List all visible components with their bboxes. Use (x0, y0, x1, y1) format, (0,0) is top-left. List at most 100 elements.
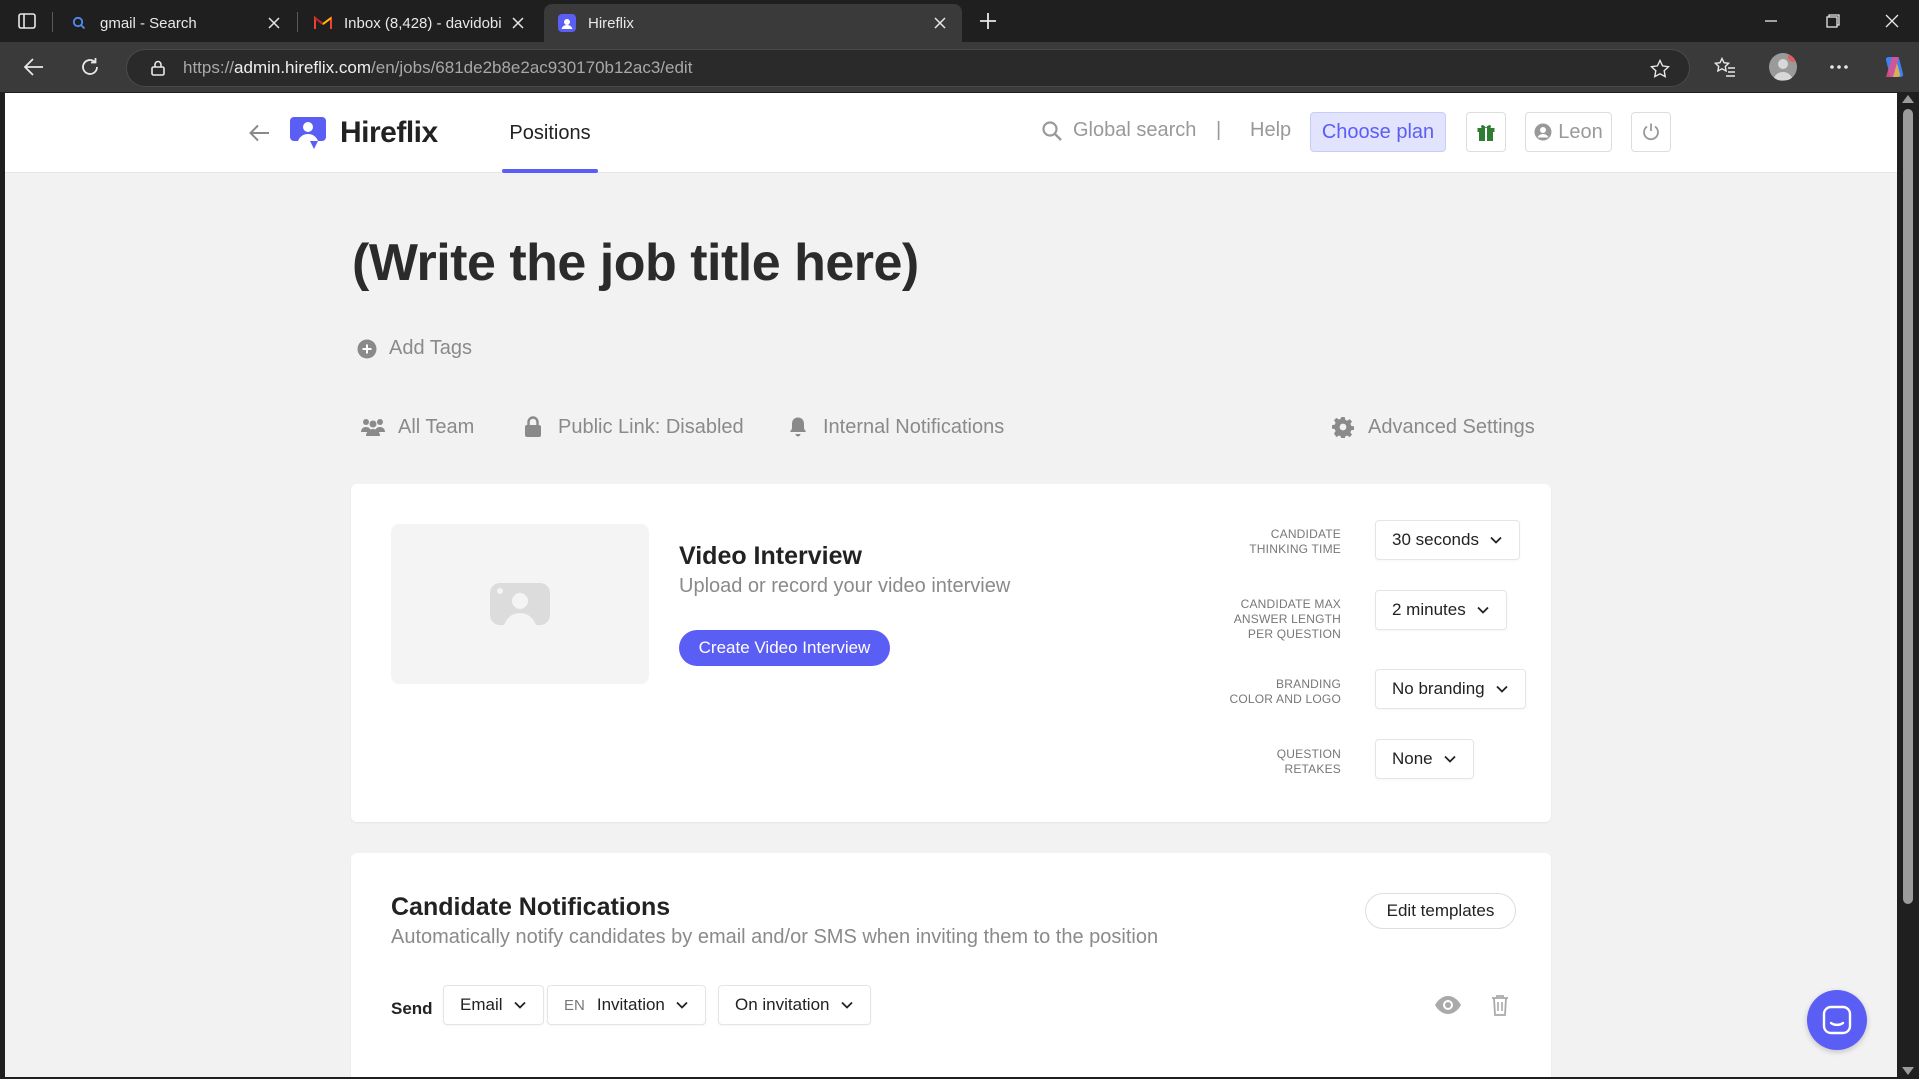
page-viewport: Hireflix Positions Global search | Help … (5, 93, 1897, 1077)
branding-value: No branding (1392, 679, 1485, 698)
template-select[interactable]: EN Invitation (547, 985, 706, 1025)
new-tab-icon[interactable] (975, 8, 1001, 34)
close-icon[interactable] (932, 15, 948, 31)
browser-tab-gmail-inbox[interactable]: Inbox (8,428) - davidobinna579@ (300, 4, 540, 42)
tab-title: Hireflix (588, 14, 634, 32)
hireflix-logo[interactable]: Hireflix (288, 115, 438, 151)
tab-title: Inbox (8,428) - davidobinna579@ (344, 14, 502, 32)
user-name: Leon (1558, 120, 1603, 143)
logo-text: Hireflix (340, 116, 438, 149)
support-chat-button[interactable] (1807, 990, 1867, 1050)
logout-button[interactable] (1631, 112, 1671, 152)
search-icon (70, 14, 88, 32)
branding-label: BRANDING COLOR AND LOGO (1229, 677, 1341, 706)
answer-length-label: CANDIDATE MAX ANSWER LENGTH PER QUESTION (1233, 597, 1341, 641)
advanced-settings-option[interactable]: Advanced Settings (1330, 415, 1535, 439)
channel-select[interactable]: Email (443, 985, 544, 1025)
create-video-interview-button[interactable]: Create Video Interview (679, 630, 890, 666)
video-placeholder[interactable] (391, 524, 649, 684)
public-link-option[interactable]: Public Link: Disabled (520, 415, 744, 439)
app-header: Hireflix Positions Global search | Help … (5, 93, 1897, 173)
add-tags-button[interactable]: Add Tags (357, 337, 472, 360)
nav-tab-label: Positions (509, 121, 591, 144)
url-text: https://admin.hireflix.com/en/jobs/681de… (183, 58, 693, 77)
job-title[interactable]: (Write the job title here) (352, 233, 919, 293)
video-interview-subtitle: Upload or record your video interview (679, 575, 1011, 597)
thinking-time-value: 30 seconds (1392, 530, 1479, 549)
global-search-label: Global search (1073, 119, 1197, 141)
answer-length-dropdown[interactable]: 2 minutes (1375, 590, 1507, 630)
lock-icon (520, 415, 546, 439)
tab-actions-icon[interactable] (14, 9, 40, 33)
retakes-label: QUESTION RETAKES (1276, 747, 1341, 776)
back-icon[interactable] (20, 53, 48, 81)
chevron-down-icon (1477, 606, 1489, 614)
chevron-down-icon (513, 1001, 526, 1009)
global-search-button[interactable]: Global search (1041, 119, 1196, 142)
template-value: Invitation (596, 995, 665, 1014)
gear-icon (1330, 415, 1356, 439)
hireflix-icon (558, 14, 576, 32)
trigger-value: On invitation (735, 995, 830, 1014)
scrollbar-thumb[interactable] (1903, 109, 1913, 904)
minimize-icon[interactable] (1758, 8, 1784, 34)
scroll-up-arrow-icon[interactable] (1902, 95, 1914, 103)
address-bar[interactable]: https://admin.hireflix.com/en/jobs/681de… (126, 49, 1690, 87)
tab-separator (297, 12, 298, 32)
copilot-icon[interactable] (1880, 53, 1908, 81)
chevron-down-icon (1490, 536, 1502, 544)
thinking-time-dropdown[interactable]: 30 seconds (1375, 520, 1520, 560)
page-scrollbar[interactable] (1897, 93, 1919, 1079)
branding-dropdown[interactable]: No branding (1375, 669, 1526, 709)
video-interview-card: Video Interview Upload or record your vi… (351, 484, 1551, 822)
preview-eye-icon[interactable] (1434, 993, 1462, 1017)
send-label: Send (391, 999, 433, 1018)
answer-length-value: 2 minutes (1392, 600, 1466, 619)
choose-plan-button[interactable]: Choose plan (1310, 112, 1446, 152)
help-link[interactable]: Help (1250, 119, 1291, 142)
power-icon (1643, 123, 1659, 141)
advanced-settings-label: Advanced Settings (1368, 415, 1535, 438)
profile-icon[interactable] (1769, 53, 1797, 81)
nav-tab-positions[interactable]: Positions (502, 93, 598, 173)
retakes-dropdown[interactable]: None (1375, 739, 1474, 779)
trigger-select[interactable]: On invitation (718, 985, 871, 1025)
search-icon (1042, 120, 1062, 141)
favorite-star-icon[interactable] (1649, 58, 1671, 80)
channel-value: Email (460, 995, 503, 1014)
retakes-value: None (1392, 749, 1433, 768)
tab-separator (52, 12, 53, 32)
close-icon[interactable] (266, 15, 282, 31)
user-menu-button[interactable]: Leon (1525, 112, 1612, 152)
active-tab-indicator (502, 169, 598, 173)
chevron-down-icon (1444, 755, 1456, 763)
edit-templates-button[interactable]: Edit templates (1365, 893, 1516, 929)
team-option[interactable]: All Team (360, 415, 474, 439)
close-icon[interactable] (510, 15, 526, 31)
tab-title: gmail - Search (100, 14, 197, 32)
internal-notifications-option[interactable]: Internal Notifications (785, 415, 1004, 439)
window-close-icon[interactable] (1879, 8, 1905, 34)
gmail-icon (314, 14, 332, 32)
gift-icon (1477, 125, 1495, 141)
browser-tab-hireflix[interactable]: Hireflix (544, 4, 962, 42)
thinking-time-label: CANDIDATE THINKING TIME (1249, 527, 1341, 556)
gift-button[interactable] (1466, 112, 1506, 152)
reload-icon[interactable] (76, 53, 104, 81)
chevron-down-icon (676, 1001, 688, 1009)
restore-icon[interactable] (1820, 8, 1846, 34)
back-arrow-icon[interactable] (245, 119, 273, 147)
scroll-down-arrow-icon[interactable] (1902, 1067, 1914, 1075)
browser-tab-gmail-search[interactable]: gmail - Search (56, 4, 296, 42)
favorites-icon[interactable] (1711, 53, 1739, 81)
chat-icon (1822, 1005, 1852, 1035)
candidate-notifications-subtitle: Automatically notify candidates by email… (391, 926, 1159, 948)
header-separator: | (1216, 119, 1222, 141)
language-code: EN (564, 996, 585, 1014)
lock-icon[interactable] (149, 59, 167, 77)
add-tags-label: Add Tags (389, 337, 473, 359)
internal-notifications-label: Internal Notifications (823, 415, 1005, 438)
delete-trash-icon[interactable] (1489, 993, 1511, 1017)
chevron-down-icon (1495, 685, 1508, 693)
more-options-icon[interactable] (1825, 53, 1853, 81)
